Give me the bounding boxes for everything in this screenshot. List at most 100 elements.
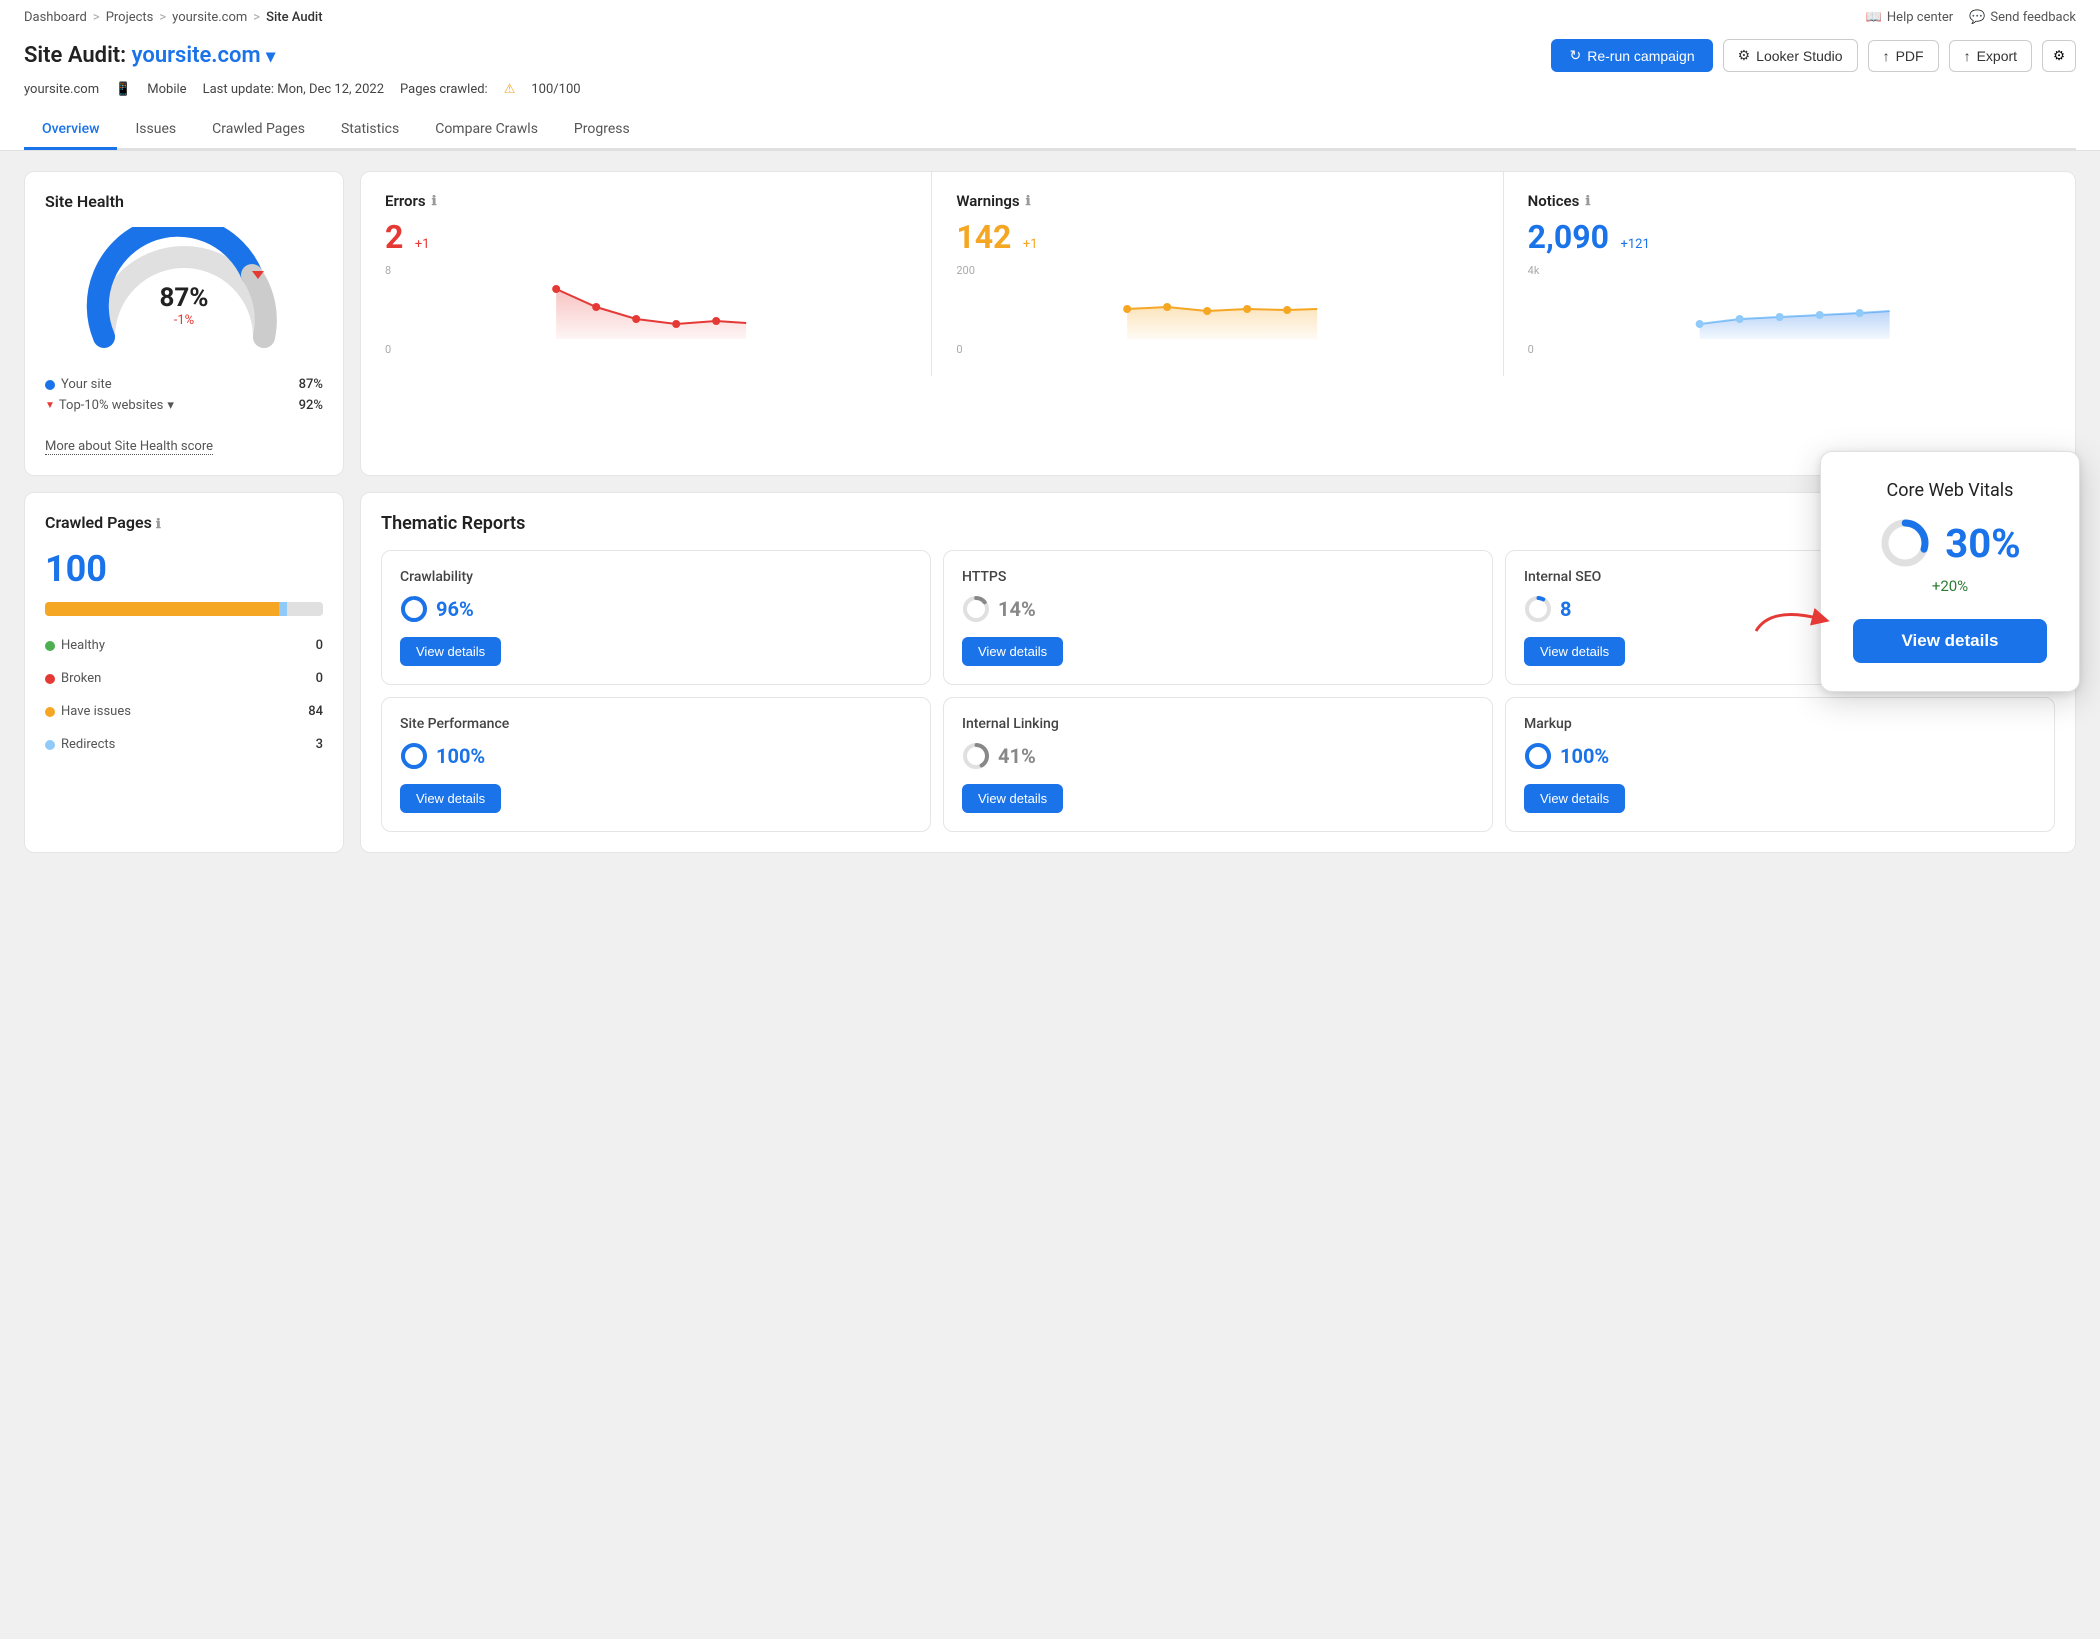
internal-linking-view-details[interactable]: View details [962, 784, 1063, 813]
errors-chart-low: 0 [385, 343, 907, 356]
tab-progress[interactable]: Progress [556, 111, 648, 150]
looker-label: Looker Studio [1756, 48, 1842, 64]
breadcrumb-current: Site Audit [266, 10, 322, 25]
redirects-label: Redirects [61, 737, 115, 752]
cwv-title: Core Web Vitals [1853, 480, 2047, 501]
looker-studio-button[interactable]: ⚙ Looker Studio [1723, 39, 1858, 72]
breadcrumb-projects[interactable]: Projects [106, 10, 154, 25]
export-button[interactable]: ↑ Export [1949, 40, 2032, 72]
healthy-row: Healthy 0 [45, 638, 323, 653]
tab-overview[interactable]: Overview [24, 111, 117, 150]
meta-device: Mobile [147, 82, 186, 97]
breadcrumb-site[interactable]: yoursite.com [172, 10, 247, 25]
crawled-pages-title-text: Crawled Pages [45, 513, 152, 532]
top10-value: 92% [299, 398, 323, 413]
page-title: Site Audit: yoursite.com ▾ [24, 43, 275, 68]
markup-view-details[interactable]: View details [1524, 784, 1625, 813]
thematic-internal-linking-name: Internal Linking [962, 716, 1474, 732]
errors-value: 2 [385, 218, 403, 256]
tab-compare-crawls[interactable]: Compare Crawls [417, 111, 556, 150]
site-health-title: Site Health [45, 192, 323, 211]
pdf-label: PDF [1896, 48, 1924, 64]
breadcrumb: Dashboard > Projects > yoursite.com > Si… [24, 10, 323, 25]
thematic-title: Thematic Reports [381, 513, 2055, 534]
send-feedback-label: Send feedback [1990, 10, 2076, 25]
breadcrumb-sep-2: > [159, 10, 166, 25]
metrics-card: Errors ℹ 2 +1 8 [360, 171, 2076, 476]
notices-value: 2,090 [1528, 218, 1609, 256]
rerun-campaign-button[interactable]: ↻ Re-run campaign [1551, 39, 1712, 72]
errors-sparkline: 8 [385, 264, 907, 356]
site-health-card: Site Health 87% -1% [24, 171, 344, 476]
warnings-chart-high: 200 [956, 264, 1478, 277]
thematic-crawlability: Crawlability 96% View details [381, 550, 931, 685]
cwv-score-row: 30% [1853, 517, 2047, 569]
broken-label: Broken [61, 671, 101, 686]
export-icon: ↑ [1964, 48, 1971, 64]
settings-button[interactable]: ⚙ [2042, 40, 2076, 72]
warnings-info-icon[interactable]: ℹ [1026, 194, 1031, 209]
crawled-pages-card: Crawled Pages ℹ 100 Healthy 0 [24, 492, 344, 853]
https-view-details[interactable]: View details [962, 637, 1063, 666]
crawled-pages-info-icon[interactable]: ℹ [156, 517, 161, 532]
thematic-site-performance-name: Site Performance [400, 716, 912, 732]
more-about-health-link[interactable]: More about Site Health score [45, 439, 213, 455]
tab-crawled-pages[interactable]: Crawled Pages [194, 111, 323, 150]
thematic-crawlability-name: Crawlability [400, 569, 912, 585]
crawled-pages-progress-bar [45, 602, 323, 616]
notices-label-text: Notices [1528, 192, 1580, 210]
gauge-change: -1% [159, 313, 208, 328]
site-performance-view-details[interactable]: View details [400, 784, 501, 813]
your-site-legend: Your site 87% [45, 377, 323, 392]
internal-seo-score-text: 8 [1560, 597, 1571, 621]
rerun-label: Re-run campaign [1587, 48, 1694, 64]
cwv-arrow-icon [1751, 601, 1831, 636]
errors-chart [385, 279, 907, 339]
help-center-link[interactable]: 📖 Help center [1866, 10, 1953, 25]
pdf-button[interactable]: ↑ PDF [1868, 40, 1939, 72]
page-title-site[interactable]: yoursite.com [132, 43, 261, 68]
tab-statistics[interactable]: Statistics [323, 111, 417, 150]
warnings-card: Warnings ℹ 142 +1 200 [932, 172, 1503, 376]
issues-value: 84 [308, 704, 323, 719]
crawled-legend: Healthy 0 Broken 0 Have issues [45, 632, 323, 758]
other-segment [287, 602, 323, 616]
title-actions: ↻ Re-run campaign ⚙ Looker Studio ↑ PDF … [1551, 39, 2076, 72]
breadcrumb-dashboard[interactable]: Dashboard [24, 10, 87, 25]
notices-chart-low: 0 [1528, 343, 2051, 356]
thematic-markup-score: 100% [1524, 742, 2036, 770]
meta-pages-label: Pages crawled: [400, 82, 488, 97]
cwv-view-details-button[interactable]: View details [1853, 619, 2047, 663]
crawlability-view-details[interactable]: View details [400, 637, 501, 666]
https-donut [962, 595, 990, 623]
meta-row: yoursite.com 📱 Mobile Last update: Mon, … [24, 82, 2076, 107]
notices-info-icon[interactable]: ℹ [1585, 194, 1590, 209]
top10-dropdown[interactable]: ▾ [167, 398, 174, 413]
page-title-prefix: Site Audit: [24, 43, 132, 68]
warnings-sparkline: 200 [956, 264, 1478, 356]
redirects-dot [45, 740, 55, 750]
markup-score-text: 100% [1560, 744, 1609, 768]
meta-site: yoursite.com [24, 82, 99, 97]
send-feedback-link[interactable]: 💬 Send feedback [1969, 10, 2076, 25]
notices-label: Notices ℹ [1528, 192, 2051, 210]
warnings-chart [956, 279, 1478, 339]
top10-icon: ▼ [45, 400, 55, 411]
tab-issues[interactable]: Issues [117, 111, 194, 150]
notices-sparkline: 4k [1528, 264, 2051, 356]
markup-donut [1524, 742, 1552, 770]
errors-info-icon[interactable]: ℹ [432, 194, 437, 209]
broken-row: Broken 0 [45, 671, 323, 686]
issues-dot [45, 707, 55, 717]
site-performance-donut [400, 742, 428, 770]
dropdown-arrow-icon[interactable]: ▾ [266, 46, 275, 67]
internal-seo-view-details[interactable]: View details [1524, 637, 1625, 666]
gauge-text: 87% -1% [159, 283, 208, 328]
top10-label: Top-10% websites [59, 398, 163, 413]
redirects-segment [279, 602, 287, 616]
notices-chart-high: 4k [1528, 264, 2051, 277]
healthy-value: 0 [316, 638, 323, 653]
errors-chart-high: 8 [385, 264, 907, 277]
crawlability-donut [400, 595, 428, 623]
warning-icon: ⚠ [504, 82, 516, 97]
